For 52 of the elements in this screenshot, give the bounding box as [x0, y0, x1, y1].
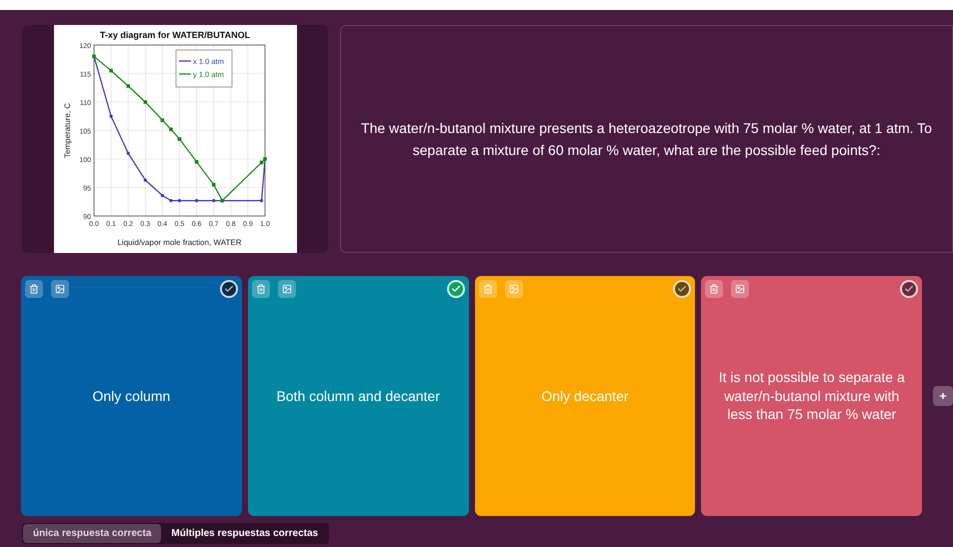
- point: [143, 100, 147, 104]
- chart-title: T-xy diagram for WATER/BUTANOL: [99, 30, 250, 40]
- image-button[interactable]: [731, 280, 750, 298]
- point: [160, 194, 164, 198]
- correct-toggle[interactable]: [900, 280, 918, 298]
- y-axis-label: Temperature, C: [62, 102, 72, 158]
- image-button[interactable]: [51, 280, 69, 298]
- point: [168, 128, 172, 132]
- image-button[interactable]: [278, 280, 296, 298]
- point: [108, 68, 112, 72]
- answer-text: Only decanter: [541, 386, 629, 406]
- delete-button[interactable]: [25, 280, 43, 298]
- check-icon: [677, 284, 688, 294]
- check-icon: [224, 284, 234, 294]
- correct-toggle[interactable]: [673, 280, 692, 298]
- delete-button[interactable]: [252, 280, 270, 298]
- delete-button[interactable]: [705, 280, 724, 298]
- point: [259, 160, 263, 164]
- image-icon: [282, 284, 292, 294]
- point: [168, 199, 172, 202]
- correct-toggle[interactable]: [446, 280, 465, 298]
- correct-toggle[interactable]: [220, 280, 238, 298]
- check-icon: [904, 284, 914, 294]
- answer-text: It is not possible to separate a water/n-butanol mixture with less than 75 molar % water: [718, 368, 906, 424]
- trash-icon: [709, 284, 720, 294]
- point: [160, 118, 164, 122]
- legend-line: [178, 60, 190, 62]
- point: [143, 178, 146, 182]
- point: [211, 182, 215, 186]
- answer-text: Only column: [92, 386, 170, 406]
- check-icon: [450, 284, 461, 294]
- mode-tab[interactable]: única respuesta correcta: [23, 524, 162, 543]
- image-icon: [508, 284, 519, 294]
- point: [126, 84, 130, 88]
- point: [177, 137, 181, 141]
- add-button[interactable]: +: [933, 386, 953, 406]
- question-text: The water/n-butanol mixture presents a heteroazeotrope with 75 molar % water, at 1 atm. To separate a mixture of 60 molar % water, what are the possible feed points?:: [360, 118, 933, 160]
- point: [212, 199, 215, 202]
- mode-tab[interactable]: Múltiples respuestas correctas: [161, 524, 328, 543]
- image-icon: [735, 284, 746, 294]
- trash-icon: [256, 284, 266, 294]
- legend-box: [175, 50, 232, 88]
- legend-line: [178, 73, 190, 75]
- point: [109, 114, 112, 118]
- trash-icon: [482, 284, 493, 294]
- trash-icon: [29, 284, 39, 294]
- point: [194, 160, 198, 164]
- point: [194, 199, 198, 202]
- image-icon: [55, 284, 65, 294]
- x-axis-label: Liquid/vapor mole fraction, WATER: [116, 238, 242, 247]
- point: [126, 152, 130, 155]
- answer-text: Both column and decanter: [276, 386, 440, 406]
